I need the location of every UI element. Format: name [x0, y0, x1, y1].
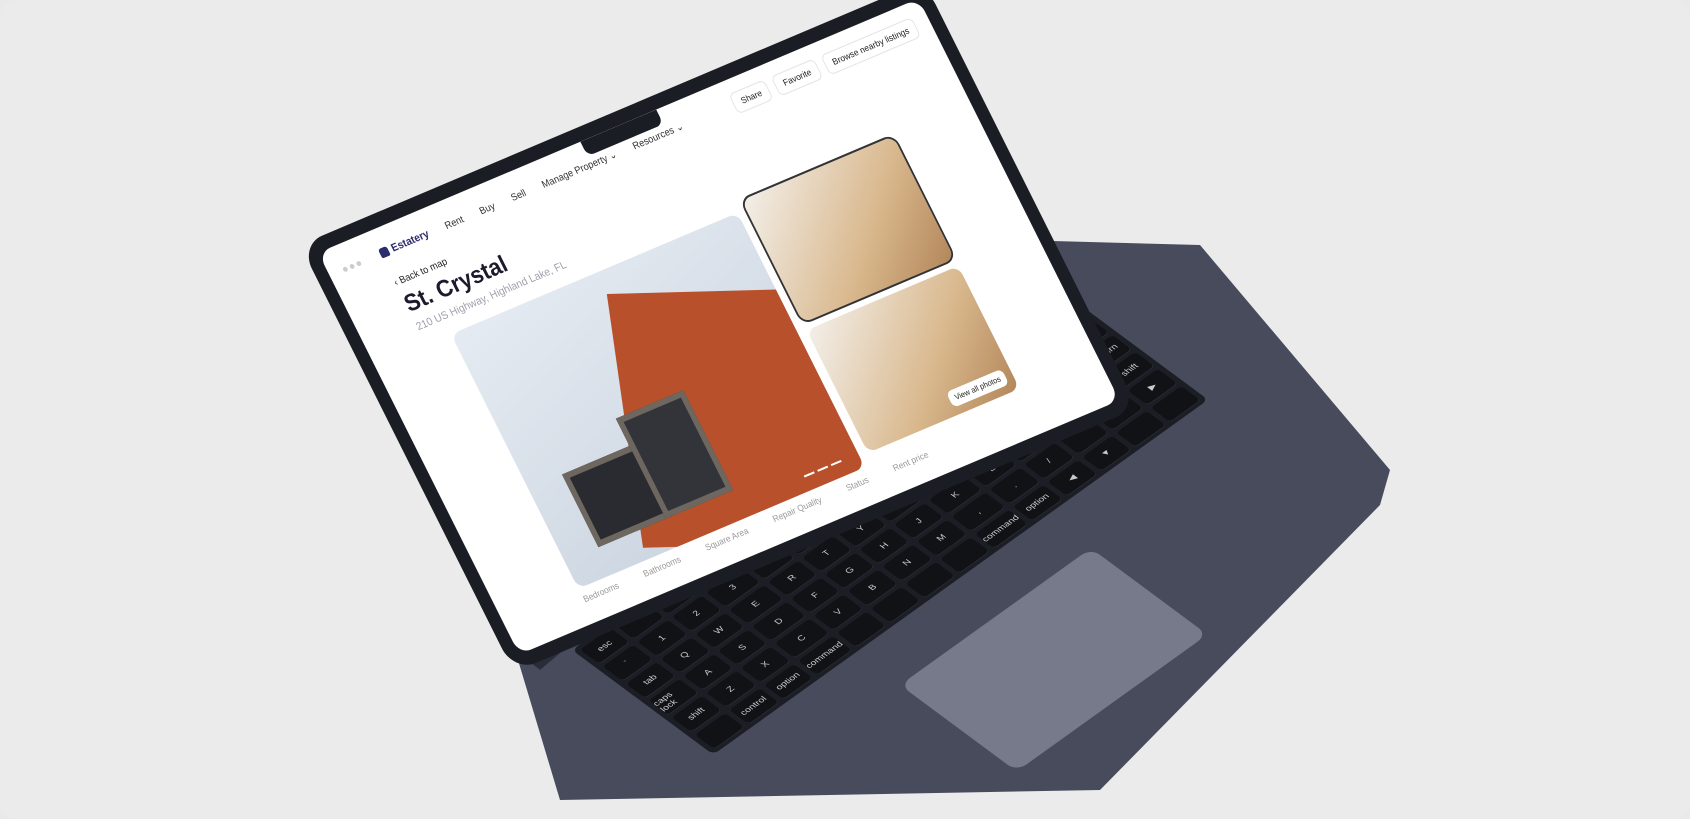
- logo[interactable]: Estatery: [377, 228, 431, 259]
- nav-rent[interactable]: Rent: [443, 214, 466, 232]
- home-icon: [377, 245, 391, 259]
- view-all-photos-button[interactable]: View all photos: [946, 368, 1010, 408]
- nav-manage-property[interactable]: Manage Property ⌄: [540, 149, 619, 190]
- share-button[interactable]: Share: [728, 79, 775, 115]
- stat-label: Rent price: [891, 449, 931, 474]
- stat-label: Status: [844, 474, 871, 493]
- window-controls[interactable]: [341, 256, 366, 275]
- favorite-button[interactable]: Favorite: [770, 58, 824, 97]
- nav-sell[interactable]: Sell: [509, 187, 528, 203]
- browse-nearby-button[interactable]: Browse nearby listings: [820, 16, 922, 76]
- nav-buy[interactable]: Buy: [478, 201, 498, 217]
